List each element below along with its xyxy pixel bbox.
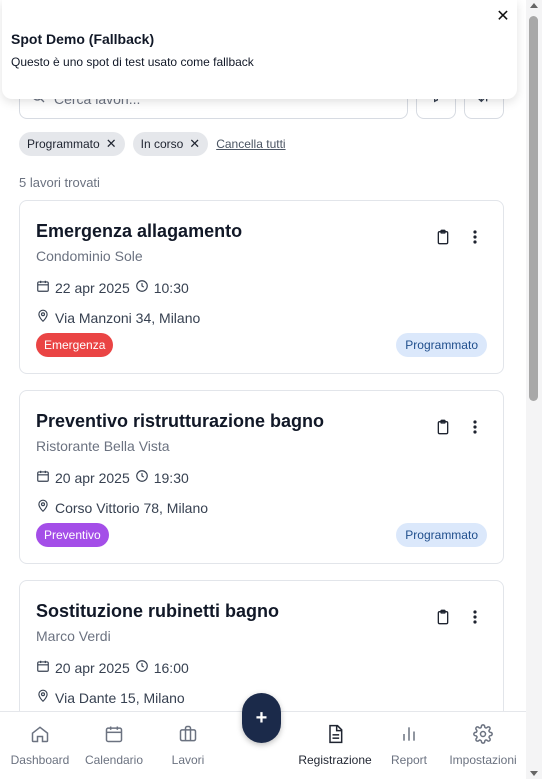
map-pin-icon (36, 499, 50, 516)
job-location: Via Manzoni 34, Milano (36, 309, 487, 326)
nav-dashboard[interactable]: Dashboard (3, 724, 77, 767)
close-icon: ✕ (496, 8, 510, 25)
nav-label: Calendario (84, 753, 144, 767)
job-date: 20 apr 2025 (55, 659, 130, 676)
remove-filter-icon[interactable]: ✕ (189, 136, 200, 152)
scrollbar-thumb[interactable] (529, 16, 538, 401)
nav-lavori[interactable]: Lavori (151, 724, 225, 767)
calendar-icon (36, 279, 50, 296)
nav-report[interactable]: Report (372, 724, 446, 767)
map-pin-icon (36, 689, 50, 706)
results-count: 5 lavori trovati (19, 175, 100, 190)
scrollbar[interactable] (526, 0, 542, 779)
clock-icon (135, 659, 149, 676)
nav-label: Dashboard (10, 753, 70, 767)
job-datetime: 20 apr 2025 16:00 (36, 659, 487, 676)
job-title: Preventivo ristrutturazione bagno (36, 411, 325, 431)
job-time: 16:00 (153, 659, 189, 676)
more-options-icon[interactable] (473, 610, 477, 629)
job-address: Via Manzoni 34, Milano (55, 309, 201, 326)
job-actions (435, 418, 477, 441)
map-pin-icon (36, 309, 50, 326)
status-badge: Programmato (396, 523, 487, 547)
clock-icon (135, 469, 149, 486)
job-time: 19:30 (153, 469, 189, 486)
gear-icon (473, 724, 493, 747)
calendar-icon (36, 659, 50, 676)
calendar-icon (104, 724, 124, 747)
nav-registrazione[interactable]: Registrazione (298, 724, 372, 767)
add-job-fab[interactable]: + (242, 693, 281, 743)
toast-message: Questo è uno spot di test usato come fal… (11, 55, 254, 69)
job-title: Sostituzione rubinetti bagno (36, 601, 279, 621)
job-card[interactable]: Emergenza allagamento Condominio Sole 22… (19, 200, 504, 374)
more-options-icon[interactable] (473, 420, 477, 439)
job-date: 20 apr 2025 (55, 469, 130, 486)
job-address: Via Dante 15, Milano (55, 689, 185, 706)
remove-filter-icon[interactable]: ✕ (106, 136, 117, 152)
active-filters: Programmato ✕ In corso ✕ Cancella tutti (19, 132, 286, 156)
scroll-down-arrow-icon[interactable] (530, 771, 538, 776)
toast-notification: Spot Demo (Fallback) Questo è uno spot d… (2, 0, 517, 99)
job-type-badge: Preventivo (36, 523, 109, 547)
scroll-up-arrow-icon[interactable] (530, 3, 538, 8)
job-type-badge: Emergenza (36, 333, 114, 357)
job-actions (435, 228, 477, 251)
toast-title: Spot Demo (Fallback) (11, 31, 155, 47)
filter-chip-in-corso[interactable]: In corso ✕ (132, 132, 209, 156)
briefcase-icon (178, 724, 198, 747)
clipboard-icon[interactable] (435, 228, 451, 251)
job-actions (435, 608, 477, 631)
job-address: Corso Vittorio 78, Milano (55, 499, 209, 516)
job-card[interactable]: Preventivo ristrutturazione bagno Ristor… (19, 390, 504, 564)
bar-chart-icon (399, 724, 419, 747)
job-date: 22 apr 2025 (55, 279, 130, 296)
job-client: Condominio Sole (36, 248, 143, 264)
filter-chip-label: In corso (140, 137, 184, 151)
job-time: 10:30 (153, 279, 189, 296)
job-client: Marco Verdi (36, 628, 111, 644)
home-icon (30, 724, 50, 747)
nav-label: Lavori (171, 753, 205, 767)
clear-all-filters-link[interactable]: Cancella tutti (216, 137, 285, 151)
status-badge: Programmato (396, 333, 487, 357)
nav-label: Impostazioni (449, 753, 517, 767)
job-datetime: 22 apr 2025 10:30 (36, 279, 487, 296)
app-root: Spot Demo (Fallback) Questo è uno spot d… (0, 0, 542, 779)
job-location: Corso Vittorio 78, Milano (36, 499, 487, 516)
toast-close-button[interactable]: ✕ (493, 6, 513, 26)
filter-chip-label: Programmato (27, 137, 100, 151)
nav-label: Report (390, 753, 428, 767)
more-options-icon[interactable] (473, 230, 477, 249)
nav-impostazioni[interactable]: Impostazioni (446, 724, 520, 767)
job-title: Emergenza allagamento (36, 221, 243, 241)
filter-chip-programmato[interactable]: Programmato ✕ (19, 132, 125, 156)
clipboard-icon[interactable] (435, 608, 451, 631)
calendar-icon (36, 469, 50, 486)
job-datetime: 20 apr 2025 19:30 (36, 469, 487, 486)
document-icon (325, 724, 345, 747)
clipboard-icon[interactable] (435, 418, 451, 441)
nav-label: Registrazione (298, 753, 372, 767)
nav-calendario[interactable]: Calendario (77, 724, 151, 767)
job-client: Ristorante Bella Vista (36, 438, 170, 454)
clock-icon (135, 279, 149, 296)
